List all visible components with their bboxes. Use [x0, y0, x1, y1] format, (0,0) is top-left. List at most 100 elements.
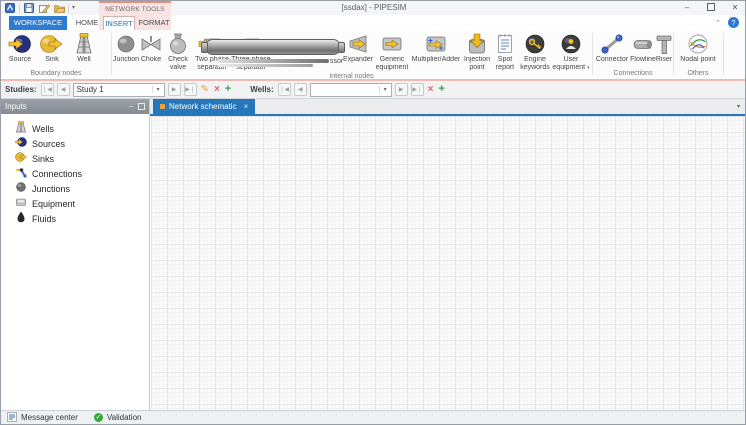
studies-label: Studies: — [5, 85, 37, 94]
ribbon-group-internal-nodes: Junction Choke Check valve — [113, 30, 590, 79]
window-controls: – ✕ — [681, 1, 741, 14]
studies-previous-button[interactable]: ◀ — [57, 83, 70, 96]
panel-collapse-icon[interactable]: – — [129, 103, 133, 110]
edit-study-button[interactable]: ✎ — [201, 85, 209, 95]
flowline-icon — [631, 32, 655, 56]
qat-customize-caret-icon[interactable]: ▾ — [72, 5, 75, 11]
maximize-button[interactable] — [705, 3, 717, 13]
ribbon-group-others: Nodal point Others — [675, 30, 721, 79]
add-study-button[interactable]: + — [225, 84, 231, 95]
ribbon-item-riser[interactable]: Riser — [656, 30, 672, 64]
wells-last-button[interactable]: ▶❘ — [411, 83, 424, 96]
ribbon-item-well[interactable]: Well — [67, 30, 101, 64]
collapse-ribbon-icon[interactable]: ⌃ — [715, 19, 721, 27]
studies-toolbar: Studies: ❘◀ ◀ Study 1 ▾ ▶ ▶❘ ✎ × + Wells… — [1, 81, 745, 99]
chevron-down-icon: ▾ — [379, 86, 391, 93]
wells-first-button[interactable]: ❘◀ — [278, 83, 291, 96]
ribbon-separator — [111, 33, 112, 75]
ribbon-item-flowline[interactable]: Flowline — [630, 30, 656, 64]
wells-previous-button[interactable]: ◀ — [294, 83, 307, 96]
ribbon-tab-row: WORKSPACE HOME INSERT FORMAT ⌃ ? — [1, 15, 745, 30]
statusbar: Message center ✓ Validation — [1, 410, 745, 424]
ribbon-item-user-equipment[interactable]: User equipment ▾ — [552, 30, 590, 72]
group-label-boundary-nodes: Boundary nodes — [1, 69, 111, 79]
ribbon-item-source[interactable]: Source — [3, 30, 37, 64]
wells-next-button[interactable]: ▶ — [395, 83, 408, 96]
schematic-tab-label: Network schematic — [169, 102, 237, 111]
studies-last-button[interactable]: ▶❘ — [184, 83, 197, 96]
thin-pipe-graphic — [217, 59, 329, 63]
schematic-tab-icon — [160, 104, 165, 109]
ribbon-item-generic-equipment[interactable]: Generic equipment — [374, 30, 410, 72]
validation-button[interactable]: ✓ Validation — [94, 413, 142, 422]
inputs-panel: Inputs – Wells Sources Sinks Connections — [1, 99, 150, 410]
tab-list-dropdown-icon[interactable]: ▾ — [737, 103, 740, 110]
minimize-button[interactable]: – — [681, 4, 693, 12]
wells-label: Wells: — [250, 85, 273, 94]
nodal-point-icon — [687, 32, 709, 56]
tab-network-schematic[interactable]: Network schematic × — [153, 99, 255, 114]
tab-insert[interactable]: INSERT — [103, 16, 135, 30]
study-select[interactable]: Study 1 ▾ — [73, 83, 165, 97]
app-icon[interactable] — [4, 2, 16, 14]
ribbon-obscured-items-zone — [271, 30, 342, 32]
well-icon — [73, 32, 95, 56]
ribbon-group-boundary-nodes: Source Sink Well Boundary nodes — [1, 30, 111, 79]
ribbon-item-choke[interactable]: Choke — [139, 30, 163, 64]
ribbon-insert: Source Sink Well Boundary nodes — [1, 30, 745, 81]
generic-equipment-icon — [380, 32, 404, 56]
ribbon-separator — [723, 33, 724, 75]
ribbon-item-spot-report[interactable]: Spot report — [492, 30, 518, 72]
tab-workspace[interactable]: WORKSPACE — [9, 16, 67, 30]
help-icon[interactable]: ? — [728, 17, 739, 28]
message-center-button[interactable]: Message center — [7, 412, 78, 424]
close-tab-icon[interactable]: × — [244, 102, 249, 111]
ribbon-item-expander[interactable]: Expander — [342, 30, 374, 64]
ribbon-item-multiplier-adder[interactable]: Multiplier/Adder — [410, 30, 462, 64]
engine-keywords-icon — [524, 32, 546, 56]
qat-separator — [19, 4, 20, 13]
delete-well-button[interactable]: × — [428, 85, 434, 95]
panel-pin-icon[interactable] — [138, 103, 145, 110]
sink-icon — [40, 32, 64, 56]
tree-item-fluids[interactable]: Fluids — [1, 211, 149, 226]
tab-home[interactable]: HOME — [70, 16, 104, 30]
junction-icon — [116, 32, 136, 56]
studies-next-button[interactable]: ▶ — [168, 83, 181, 96]
edit-study-icon[interactable] — [38, 2, 50, 14]
validation-check-icon: ✓ — [94, 413, 103, 422]
validation-label: Validation — [107, 413, 142, 422]
open-icon[interactable] — [53, 2, 65, 14]
tab-format[interactable]: FORMAT — [137, 16, 171, 30]
thin-pipe-graphic — [217, 64, 313, 67]
ribbon-item-injection-point[interactable]: Injection point — [462, 30, 492, 72]
riser-icon — [654, 32, 674, 56]
spot-report-icon — [495, 32, 515, 56]
expander-icon — [346, 32, 370, 56]
studies-first-button[interactable]: ❘◀ — [41, 83, 54, 96]
ribbon-item-engine-keywords[interactable]: Engine keywords — [518, 30, 552, 72]
inputs-panel-header: Inputs – — [1, 99, 149, 114]
user-equipment-icon — [560, 32, 582, 56]
ribbon-group-connections: Connector Flowline Riser Connections — [594, 30, 672, 79]
inputs-panel-title: Inputs — [5, 102, 124, 111]
ribbon-item-nodal-point[interactable]: Nodal point — [678, 30, 718, 64]
source-icon — [8, 32, 32, 56]
contextual-tab-label: NETWORK TOOLS — [99, 6, 171, 13]
study-select-value: Study 1 — [77, 85, 152, 94]
add-well-button[interactable]: + — [439, 84, 445, 95]
ribbon-item-junction[interactable]: Junction — [113, 30, 139, 64]
close-button[interactable]: ✕ — [729, 4, 741, 12]
ribbon-item-sink[interactable]: Sink — [37, 30, 67, 64]
schematic-canvas[interactable] — [151, 116, 745, 410]
obscured-label-fragment: ssor — [330, 58, 343, 65]
user-equipment-label: User equipment — [552, 56, 585, 71]
check-valve-icon — [167, 32, 189, 56]
delete-study-button[interactable]: × — [214, 85, 220, 95]
document-tab-strip: Network schematic × ▾ — [150, 99, 745, 114]
ribbon-item-check-valve[interactable]: Check valve — [163, 30, 193, 72]
wells-select[interactable]: ▾ — [310, 83, 392, 97]
qat-separator — [68, 4, 69, 13]
ribbon-item-connector[interactable]: Connector — [594, 30, 630, 64]
save-icon[interactable] — [23, 2, 35, 14]
